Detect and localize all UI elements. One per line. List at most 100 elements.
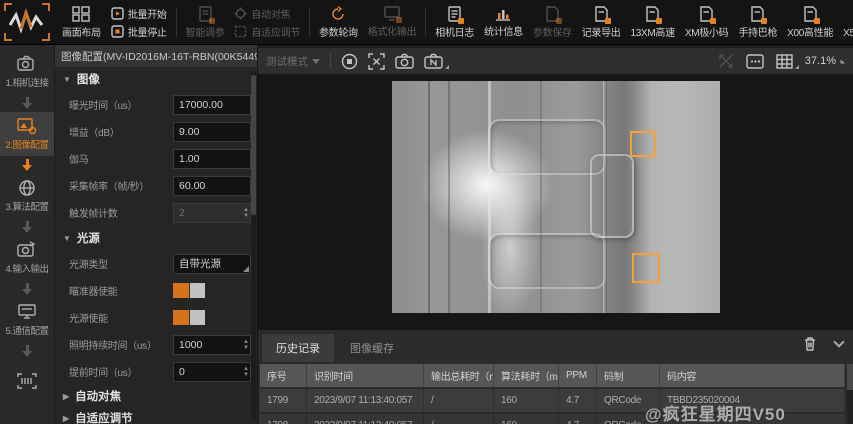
camera-log-label: 相机日志	[435, 24, 474, 39]
roi-box-top[interactable]	[630, 131, 656, 157]
layout-button[interactable]: 画面布局	[58, 1, 105, 43]
light-enable-toggle[interactable]	[173, 310, 205, 325]
expand-caret-icon: ▶	[63, 414, 69, 423]
tab-image-cache[interactable]: 图像缓存	[336, 334, 408, 362]
statistics-label: 统计信息	[484, 23, 523, 38]
param-save-label: 参数保存	[533, 24, 572, 39]
image-canvas[interactable]	[258, 74, 853, 331]
grid-view-button[interactable]	[776, 54, 793, 69]
spinner-arrows-icon[interactable]: ▲▼	[243, 204, 249, 222]
gamma-label: 伽马	[69, 151, 173, 166]
param-save-button[interactable]: 参数保存	[529, 1, 576, 43]
section-light[interactable]: ▼ 光源	[55, 226, 257, 250]
camera-log-button[interactable]: 相机日志	[431, 1, 478, 43]
section-adaptive-adjust[interactable]: ▶ 自适应调节	[55, 407, 257, 424]
sidebar-item-label: 2.图像配置	[6, 137, 49, 151]
config-scrollbar[interactable]	[251, 71, 256, 419]
preset-xm-tiny-code-button[interactable]: XM极小码	[681, 1, 733, 43]
preset-x00-perf-button[interactable]: X00高性能	[783, 1, 837, 43]
adaptive-adjust-button[interactable]: 自适应调节	[234, 24, 300, 39]
zoom-level-value: 37.1%	[805, 55, 836, 67]
auto-focus-label: 自动对焦	[251, 6, 290, 21]
preset-handheld-button[interactable]: 手持巴枪	[734, 1, 781, 43]
auto-focus-button[interactable]: 自动对焦	[234, 6, 300, 21]
adaptive-adjust-icon	[234, 25, 247, 38]
col-output-total-ms[interactable]: 输出总耗时（ms）	[424, 364, 494, 387]
trigger-frame-count-input[interactable]: 2 ▲▼	[173, 203, 251, 223]
advance-time-label: 提前时间（us）	[69, 364, 173, 379]
sidebar-item-barcode[interactable]	[0, 360, 55, 404]
test-mode-dropdown[interactable]: 测试模式	[266, 54, 320, 69]
top-toolbar: 画面布局 批量开始 批量停止 智能调参	[0, 0, 853, 45]
preset-doc-icon	[645, 6, 660, 22]
batch-stop-button[interactable]: 批量停止	[111, 24, 167, 39]
preset-handheld-label: 手持巴枪	[738, 24, 777, 39]
batch-start-button[interactable]: 批量开始	[111, 6, 167, 21]
smart-tune-button[interactable]: 智能调参	[182, 1, 229, 43]
gain-input[interactable]: 9.00	[173, 122, 251, 142]
stop-acquisition-button[interactable]	[341, 53, 358, 70]
preset-13xm-button[interactable]: 13XM高速	[627, 1, 679, 43]
step-arrow-icon	[22, 280, 32, 298]
batch-stop-icon	[111, 25, 124, 38]
embossed-bump-shape	[590, 154, 634, 238]
sidebar-item-algorithm-config[interactable]: 3.算法配置	[0, 174, 55, 218]
sidebar-item-communication-config[interactable]: 5.通信配置	[0, 298, 55, 342]
format-output-button[interactable]: 格式化输出	[364, 1, 421, 43]
col-recognition-time[interactable]: 识别时间	[307, 364, 424, 387]
frame-rate-input[interactable]: 60.00	[173, 176, 251, 196]
cell-ppm: 4.7	[559, 414, 597, 424]
collapse-panel-chevron[interactable]	[833, 336, 844, 347]
cell-recognition-time: 2023/9/07 11:13:40:057	[307, 389, 424, 412]
pixel-view-button[interactable]	[746, 54, 764, 69]
layout-button-label: 画面布局	[62, 24, 101, 39]
col-code-type[interactable]: 码制	[597, 364, 660, 387]
roi-box-bottom[interactable]	[632, 253, 660, 283]
history-scrollbar[interactable]	[847, 364, 853, 424]
auto-focus-icon	[234, 7, 247, 20]
zoom-level-dropdown[interactable]: 37.1%	[805, 55, 845, 67]
exposure-input[interactable]: 17000.00	[173, 95, 251, 115]
param-polling-button[interactable]: 参数轮询	[315, 1, 362, 43]
param-polling-icon	[330, 6, 346, 22]
history-panel: 历史记录 图像缓存 序号 识别时间 输出总耗时（ms） 算法耗时（ms） PPM…	[258, 330, 853, 424]
section-auto-focus[interactable]: ▶ 自动对焦	[55, 385, 257, 407]
spinner-arrows-icon[interactable]: ▲▼	[243, 336, 249, 354]
snapshot-n-button[interactable]	[424, 53, 443, 69]
sidebar-item-label: 5.通信配置	[6, 323, 49, 337]
aimer-enable-toggle[interactable]	[173, 283, 205, 298]
fit-window-button-disabled[interactable]	[718, 53, 734, 69]
dropdown-corner-icon	[445, 65, 449, 69]
light-duration-input[interactable]: 1000 ▲▼	[173, 335, 251, 355]
record-export-button[interactable]: 记录导出	[578, 1, 625, 43]
light-duration-label: 照明持续时间（us）	[69, 337, 173, 352]
viewer-toolbar: 测试模式	[258, 48, 853, 74]
preset-13xm-label: 13XM高速	[631, 24, 675, 39]
section-image-label: 图像	[77, 71, 100, 87]
advance-time-input[interactable]: 0 ▲▼	[173, 362, 251, 382]
statistics-button[interactable]: 统计信息	[480, 1, 527, 43]
col-index[interactable]: 序号	[260, 364, 307, 387]
config-panel-title: 图像配置(MV-ID2016M-16T-RBN(00K544921	[55, 45, 257, 67]
sidebar-item-image-config[interactable]: 2.图像配置	[0, 112, 55, 156]
col-ppm[interactable]: PPM	[559, 364, 597, 387]
sidebar-item-input-output[interactable]: 4.输入输出	[0, 236, 55, 280]
app-logo	[4, 3, 54, 41]
section-image[interactable]: ▼ 图像	[55, 67, 257, 91]
preset-x50-fov-button[interactable]: X50大视野	[839, 1, 853, 43]
preset-doc-icon	[803, 6, 818, 22]
col-algorithm-ms[interactable]: 算法耗时（ms）	[494, 364, 559, 387]
sidebar-item-camera-connect[interactable]: 1.相机连接	[0, 50, 55, 94]
record-export-label: 记录导出	[582, 24, 621, 39]
roi-crosshair-button[interactable]	[368, 53, 385, 70]
light-type-select[interactable]: 自带光源	[173, 254, 251, 274]
col-code-content[interactable]: 码内容	[660, 364, 845, 387]
tab-history-records[interactable]: 历史记录	[262, 334, 334, 362]
trigger-frame-count-label: 触发帧计数	[69, 205, 173, 220]
clear-records-trash-button[interactable]	[803, 336, 817, 351]
snapshot-button[interactable]	[395, 53, 414, 69]
gamma-input[interactable]: 1.00	[173, 149, 251, 169]
cell-index: 1799	[260, 389, 307, 412]
spinner-arrows-icon[interactable]: ▲▼	[243, 363, 249, 381]
section-light-label: 光源	[77, 230, 100, 246]
